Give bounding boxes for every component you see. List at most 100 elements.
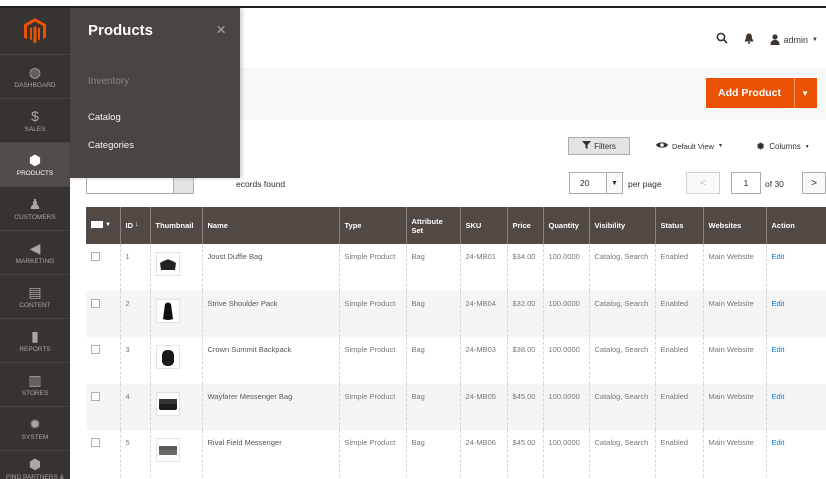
sidebar-item-reports[interactable]: ▮ REPORTS <box>0 318 70 362</box>
flyout-section-inventory: Inventory <box>88 76 130 87</box>
table-row[interactable]: 3 Crown Summit Backpack Simple Product Bag 2… <box>86 337 826 384</box>
next-page-button[interactable]: > <box>802 172 826 194</box>
per-page-select[interactable]: 20 ▼ <box>569 172 623 194</box>
cell-visibility: Catalog, Search <box>588 290 655 338</box>
row-checkbox[interactable] <box>91 345 100 355</box>
admin-user-menu[interactable]: admin ▼ <box>770 34 818 45</box>
flyout-link-categories[interactable]: Categories <box>88 140 134 151</box>
row-select-cell[interactable] <box>86 430 120 477</box>
flyout-link-catalog[interactable]: Catalog <box>88 112 121 123</box>
flyout-close-icon[interactable]: × <box>216 20 226 40</box>
add-product-label: Add Product <box>718 87 781 99</box>
column-header-quantity[interactable]: Quantity <box>542 207 589 244</box>
cell-status: Enabled <box>654 337 703 384</box>
table-row[interactable]: 2 Strive Shoulder Pack Simple Product Bag 24… <box>86 290 826 338</box>
cell-price: $45.00 <box>506 430 543 477</box>
magento-logo-icon <box>24 18 46 44</box>
sidebar-item-label: CUSTOMERS <box>14 213 56 221</box>
edit-link[interactable]: Edit <box>765 244 826 291</box>
sidebar-item-dashboard[interactable]: ◍ DASHBOARD <box>0 54 70 98</box>
cell-type: Simple Product <box>338 244 406 291</box>
row-select-cell[interactable] <box>86 290 120 338</box>
product-thumbnail-image[interactable] <box>155 252 180 276</box>
sidebar-item-content[interactable]: ▤ CONTENT <box>0 274 70 318</box>
row-select-cell[interactable] <box>86 337 120 384</box>
sidebar-item-sales[interactable]: $ SALES <box>0 98 70 142</box>
edit-link[interactable]: Edit <box>765 290 826 338</box>
columns-dropdown[interactable]: ✹ Columns ▼ <box>756 140 810 153</box>
column-header-visibility[interactable]: Visibility <box>588 207 655 244</box>
add-product-dropdown-icon[interactable]: ▼ <box>801 89 809 98</box>
default-view-dropdown[interactable]: Default View ▼ <box>656 141 723 151</box>
cell-quantity: 100.0000 <box>542 290 589 338</box>
row-checkbox[interactable] <box>91 438 100 448</box>
page-number-input[interactable]: 1 <box>731 172 761 194</box>
cell-status: Enabled <box>654 244 703 291</box>
chevron-down-icon: ▼ <box>804 143 810 150</box>
table-row[interactable]: 5 Rival Field Messenger Simple Product Bag 2… <box>86 430 826 477</box>
cell-sku: 24-MB06 <box>459 430 507 477</box>
chevron-down-icon: ▼ <box>717 143 723 149</box>
cell-visibility: Catalog, Search <box>588 383 655 431</box>
filters-button[interactable]: Filters <box>568 137 630 155</box>
sidebar-item-customers[interactable]: ♟ CUSTOMERS <box>0 186 70 230</box>
column-header-price[interactable]: Price <box>506 207 543 244</box>
sidebar-item-marketing[interactable]: ◀ MARKETING <box>0 230 70 274</box>
mass-select-header[interactable]: ▼ <box>86 207 120 244</box>
cell-visibility: Catalog, Search <box>588 337 655 384</box>
sidebar-item-label: STORES <box>21 389 49 397</box>
edit-link[interactable]: Edit <box>765 337 826 384</box>
add-product-button[interactable]: Add Product ▼ <box>706 78 817 108</box>
header-actions: admin ▼ <box>716 32 818 47</box>
person-icon: ♟ <box>28 195 42 212</box>
window-top-edge <box>0 0 826 8</box>
column-header-type[interactable]: Type <box>338 207 406 244</box>
table-row[interactable]: 4 Wayfarer Messenger Bag Simple Product Bag… <box>86 383 826 431</box>
chevron-down-icon[interactable]: ▼ <box>606 173 622 193</box>
user-icon <box>770 34 780 45</box>
cell-status: Enabled <box>654 290 703 338</box>
edit-link[interactable]: Edit <box>765 383 826 431</box>
cell-type: Simple Product <box>338 337 406 384</box>
cell-price: $32.00 <box>506 290 543 338</box>
sidebar-item-label: DASHBOARD <box>14 81 56 89</box>
row-checkbox[interactable] <box>91 298 100 308</box>
column-header-websites[interactable]: Websites <box>702 207 766 244</box>
dollar-icon: $ <box>31 107 39 124</box>
sidebar-item-stores[interactable]: ▥ STORES <box>0 362 70 406</box>
search-icon[interactable] <box>716 32 728 47</box>
column-header-attribute-set[interactable]: Attribute Set <box>405 207 460 244</box>
row-select-cell[interactable] <box>86 383 120 431</box>
sidebar-item-find-partners-extensions[interactable]: ⬢ FIND PARTNERS & EXTENSIONS <box>0 450 70 479</box>
cell-id: 4 <box>119 383 150 431</box>
edit-link[interactable]: Edit <box>765 430 826 477</box>
sidebar-item-system[interactable]: ✹ SYSTEM <box>0 406 70 450</box>
column-header-name[interactable]: Name <box>201 207 339 244</box>
cell-sku: 24-MB01 <box>459 244 507 291</box>
table-row[interactable]: 1 Joust Duffle Bag Simple Product Bag 24-MB0… <box>86 244 826 291</box>
product-thumbnail-image[interactable] <box>155 298 180 323</box>
cell-quantity: 100.0000 <box>542 337 589 384</box>
cell-attribute-set: Bag <box>405 337 460 384</box>
magento-logo[interactable] <box>0 8 70 54</box>
row-checkbox[interactable] <box>91 252 100 261</box>
sidebar-item-products[interactable]: ⬢ PRODUCTS <box>0 142 70 186</box>
cell-thumbnail <box>149 337 202 384</box>
column-header-id[interactable]: ID ↓ <box>119 207 150 244</box>
bell-icon[interactable] <box>744 33 754 47</box>
row-checkbox[interactable] <box>91 391 100 401</box>
content-icon: ▤ <box>28 283 42 300</box>
cube-icon: ⬢ <box>28 151 42 168</box>
flyout-title: Products <box>88 22 154 39</box>
product-thumbnail-image[interactable] <box>155 391 180 416</box>
column-header-status[interactable]: Status <box>654 207 703 244</box>
sidebar-item-label: SALES <box>24 125 46 133</box>
column-header-sku[interactable]: SKU <box>459 207 507 244</box>
cell-attribute-set: Bag <box>405 244 460 291</box>
cell-status: Enabled <box>654 430 703 477</box>
product-thumbnail-image[interactable] <box>155 438 180 463</box>
row-select-cell[interactable] <box>86 244 120 291</box>
mass-select-control[interactable]: ▼ <box>91 221 111 228</box>
previous-page-button[interactable]: < <box>686 172 720 194</box>
product-thumbnail-image[interactable] <box>155 345 180 370</box>
